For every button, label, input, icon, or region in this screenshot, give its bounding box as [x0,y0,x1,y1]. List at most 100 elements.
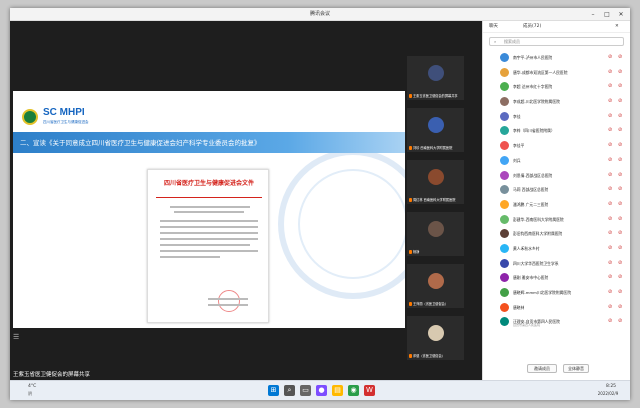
member-avatar [500,258,509,268]
document-text-line [160,256,220,258]
mic-muted-icon[interactable]: ⊘ [608,157,612,163]
document-image: 四川省医疗卫生与健康促进会文件 [147,169,269,323]
member-name: 唐华-成都市双流区第一人民医院 [513,69,568,75]
member-row[interactable]: 刘思倩-西部战区总医院 ⊘ ⊘ [483,168,630,183]
share-toolbar-icon[interactable]: ☰ [13,333,19,341]
close-icon[interactable]: ✕ [614,8,628,21]
invite-button[interactable]: 邀请成员 [527,364,557,373]
close-panel-icon[interactable]: ✕ [615,21,619,33]
watermark-ring [298,169,405,279]
member-name: 南宇平-泸州市人民医院 [513,55,553,60]
camera-off-icon[interactable]: ⊘ [618,304,622,310]
search-placeholder: 搜索成员 [504,39,520,44]
camera-off-icon[interactable]: ⊘ [618,289,622,295]
mute-all-button[interactable]: 全体静音 [563,364,589,373]
camera-off-icon[interactable]: ⊘ [618,318,622,324]
mic-muted-icon[interactable]: ⊘ [608,69,612,75]
document-divider [156,197,262,198]
mic-muted-icon[interactable]: ⊘ [608,216,612,222]
member-row[interactable]: 李梓（四川省医院附属） ⊘ ⊘ [483,123,630,138]
camera-off-icon[interactable]: ⊘ [618,157,622,163]
mic-muted-icon[interactable]: ⊘ [608,304,612,310]
member-row[interactable]: 彭旧钧西南医科大学附属医院 ⊘ ⊘ [483,226,630,241]
minimize-icon[interactable]: – [586,8,600,21]
task-view-icon[interactable]: ▭ [300,385,311,396]
member-row[interactable]: 唐晓林 ⊘ ⊘ [483,300,630,315]
browser-icon[interactable]: ◉ [348,385,359,396]
mic-muted-icon[interactable]: ⊘ [608,83,612,89]
camera-off-icon[interactable]: ⊘ [618,113,622,119]
member-row[interactable]: 李佳 ⊘ ⊘ [483,109,630,124]
document-text-line [160,220,258,222]
member-row[interactable]: 李超 达州市红十字医院 ⊘ ⊘ [483,79,630,94]
member-row[interactable]: 四川大学华西医院卫生学系 ⊘ ⊘ [483,256,630,271]
member-row[interactable]: 潘鸿鹏 广元二三医院 ⊘ ⊘ [483,197,630,212]
chat-icon[interactable]: ● [316,385,327,396]
video-tile[interactable]: 刘珍 西南医科大学附属医院 [407,108,464,152]
camera-off-icon[interactable]: ⊘ [618,216,622,222]
video-tile[interactable]: 周红林 西南医科大学附属医院 [407,160,464,204]
app-icon[interactable]: W [364,385,375,396]
camera-off-icon[interactable]: ⊘ [618,142,622,148]
mic-muted-icon[interactable]: ⊘ [608,245,612,251]
mic-muted-icon[interactable]: ⊘ [608,274,612,280]
camera-off-icon[interactable]: ⊘ [618,83,622,89]
shared-screen: SC MHPI 四川省医疗卫生与健康促进会 二、宣读《关于同意成立四川省医疗卫生… [13,91,405,328]
camera-off-icon[interactable]: ⊘ [618,54,622,60]
member-avatar [500,273,509,283]
mic-muted-icon[interactable]: ⊘ [608,113,612,119]
member-name: 唐晓林 [513,304,525,310]
member-row[interactable]: 南宇平-泸州市人民医院 ⊘ ⊘ [483,50,630,65]
member-row[interactable]: 马莉 西部战区总医院 ⊘ ⊘ [483,182,630,197]
camera-off-icon[interactable]: ⊘ [618,274,622,280]
mic-muted-icon[interactable]: ⊘ [608,142,612,148]
mic-muted-icon[interactable]: ⊘ [608,172,612,178]
camera-off-icon[interactable]: ⊘ [618,69,622,75]
clock-time[interactable]: 8:25 [596,384,626,389]
start-icon[interactable]: ⊞ [268,385,279,396]
member-row[interactable]: 刘兵 ⊘ ⊘ [483,153,630,168]
member-row[interactable]: 李成超-川北医学院附属医院 ⊘ ⊘ [483,94,630,109]
member-row[interactable]: 黄人禾秋水乡村 ⊘ ⊘ [483,241,630,256]
member-avatar [500,53,509,62]
camera-off-icon[interactable]: ⊘ [618,230,622,236]
mic-muted-icon[interactable]: ⊘ [608,318,612,324]
camera-off-icon[interactable]: ⊘ [618,245,622,251]
document-text-line [160,238,258,240]
video-tile[interactable]: 邓健（省医卫健促会） [407,316,464,360]
mic-muted-icon[interactable]: ⊘ [608,127,612,133]
camera-off-icon[interactable]: ⊘ [618,186,622,192]
tab-chat[interactable]: 聊天 [489,21,498,33]
video-tile[interactable]: 王萍丽（省医卫健促会） [407,264,464,308]
member-row[interactable]: 唐晓辉-mmm川北医学院附属医院 ⊘ ⊘ [483,285,630,300]
mic-muted-icon[interactable]: ⊘ [608,260,612,266]
camera-off-icon[interactable]: ⊘ [618,260,622,266]
mic-muted-icon[interactable]: ⊘ [608,98,612,104]
member-row[interactable]: 唐刚 雅安市中心医院 ⊘ ⊘ [483,270,630,285]
member-avatar [500,317,509,327]
video-tile[interactable]: 王紫玉省医卫健促会的屏幕共享 [407,56,464,100]
camera-off-icon[interactable]: ⊘ [618,98,622,104]
video-tile[interactable]: 杨静 [407,212,464,256]
participant-avatar [427,273,444,289]
meeting-window: 腾讯会议 – □ ✕ SC MHPI 四川省医疗卫生与健康促进会 二、宣读《关于… [10,8,630,400]
search-icon[interactable]: ⌕ [284,385,295,396]
mic-muted-icon[interactable]: ⊘ [608,201,612,207]
member-row[interactable]: 彭建华-西南医科大学附属医院 ⊘ ⊘ [483,212,630,227]
member-search-input[interactable]: ⌕ 搜索成员 [489,37,624,46]
mic-muted-icon[interactable]: ⊘ [608,186,612,192]
tab-members[interactable]: 成员(72) [523,21,541,33]
member-row[interactable]: 唐华-成都市双流区第一人民医院 ⊘ ⊘ [483,65,630,80]
mic-muted-icon[interactable]: ⊘ [608,230,612,236]
member-row[interactable]: 汪理安-自贡市第四人民医院 自贡市第四人民医院 ⊘ ⊘ [483,314,630,329]
mic-muted-icon[interactable]: ⊘ [608,54,612,60]
member-subtitle: 自贡市第四人民医院 [513,323,541,328]
weather-temp[interactable]: 4°C [28,384,36,389]
camera-off-icon[interactable]: ⊘ [618,127,622,133]
file-explorer-icon[interactable]: ▤ [332,385,343,396]
maximize-icon[interactable]: □ [600,8,614,21]
camera-off-icon[interactable]: ⊘ [618,201,622,207]
camera-off-icon[interactable]: ⊘ [618,172,622,178]
mic-muted-icon[interactable]: ⊘ [608,289,612,295]
member-row[interactable]: 李佳平 ⊘ ⊘ [483,138,630,153]
